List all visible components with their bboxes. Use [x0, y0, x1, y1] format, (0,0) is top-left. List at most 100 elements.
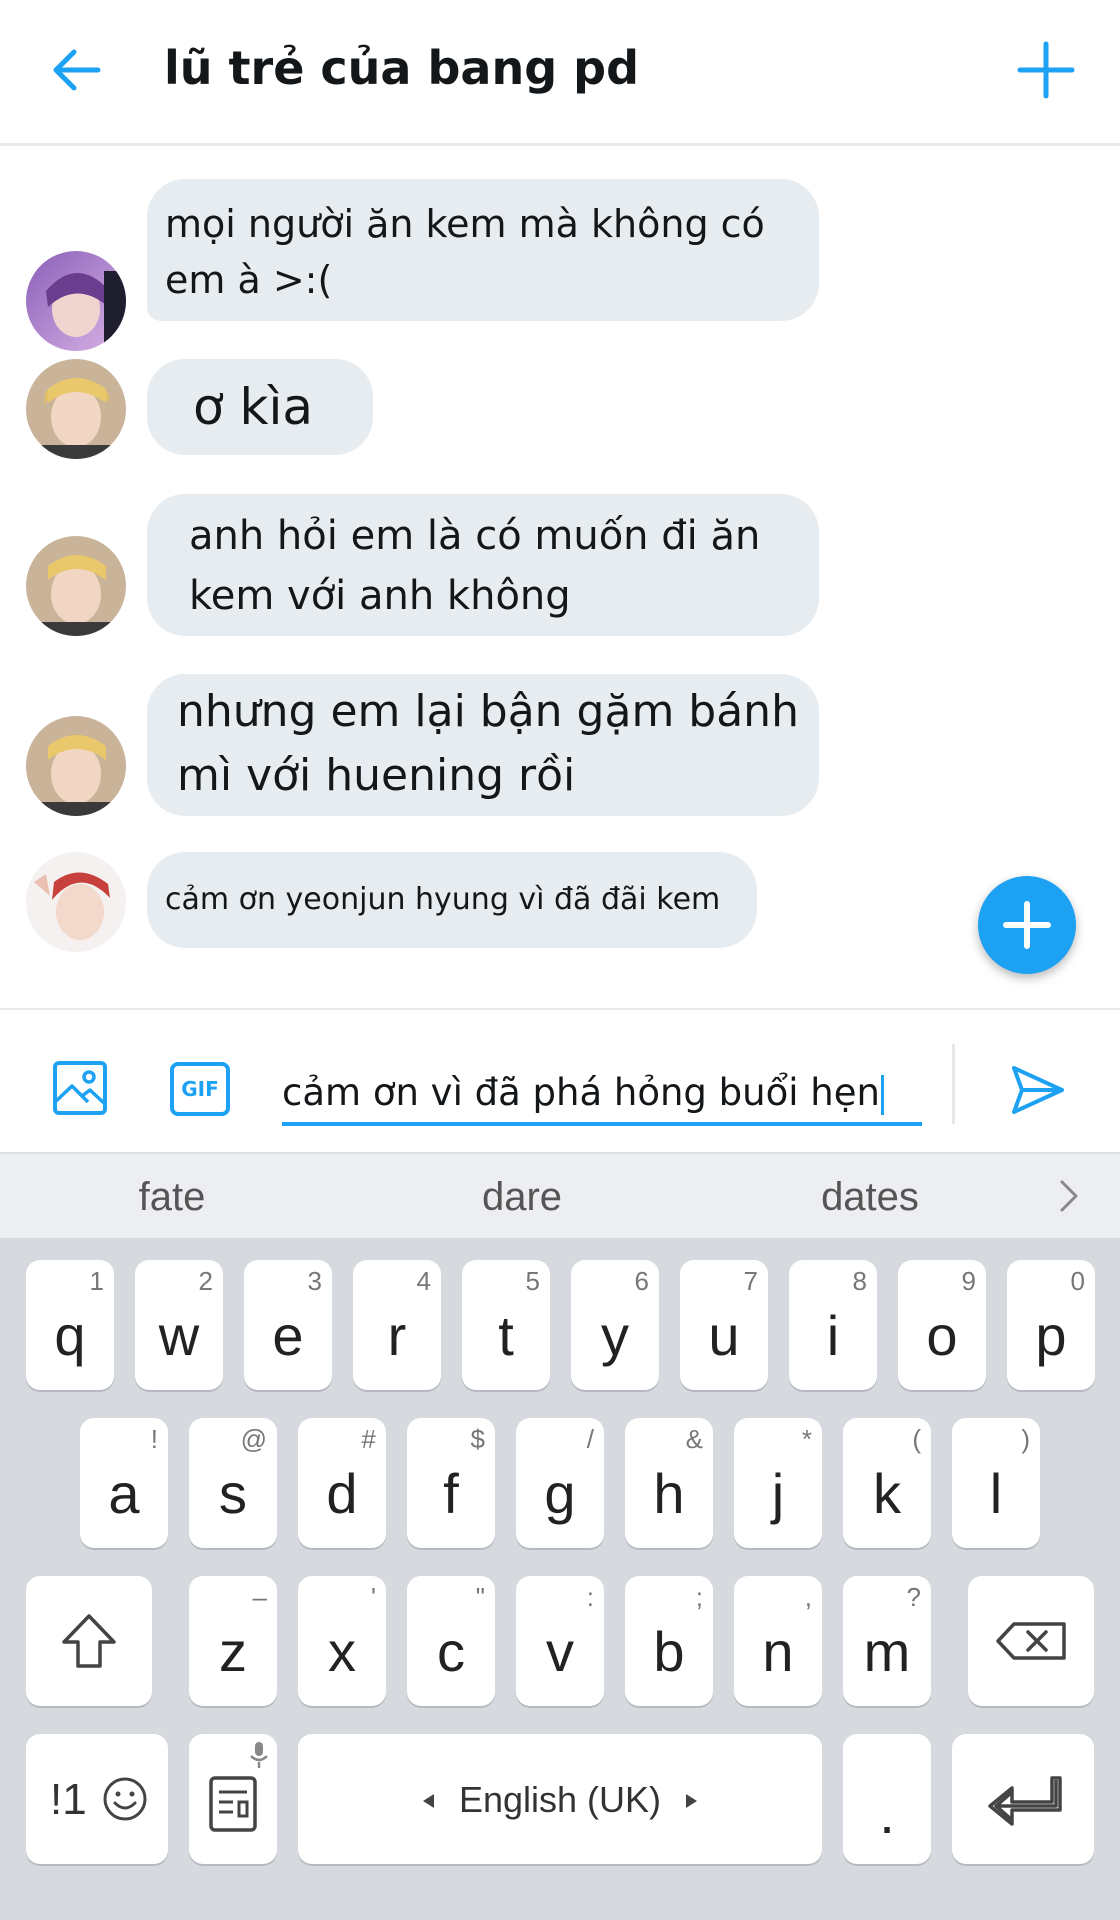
- key-g[interactable]: / g: [516, 1418, 604, 1548]
- backspace-key[interactable]: [968, 1576, 1094, 1706]
- message-text-line: nhưng em lại bận gặm bánh: [177, 686, 799, 737]
- backspace-icon: [996, 1622, 1066, 1660]
- add-people-button[interactable]: [1014, 38, 1078, 102]
- space-key[interactable]: English (UK): [298, 1734, 822, 1864]
- gif-button[interactable]: GIF: [170, 1062, 230, 1116]
- message-item: anh hỏi em là có muốn đi ăn kem với anh …: [0, 494, 1120, 636]
- message-bubble[interactable]: anh hỏi em là có muốn đi ăn kem với anh …: [147, 494, 819, 636]
- message-item: ơ kìa: [0, 359, 1120, 459]
- message-text-line: mì với huening rồi: [177, 750, 576, 801]
- key-l[interactable]: ) l: [952, 1418, 1040, 1548]
- key-c[interactable]: " c: [407, 1576, 495, 1706]
- message-bubble[interactable]: mọi người ăn kem mà không có em à >:(: [147, 179, 819, 321]
- message-text-line: mọi người ăn kem mà không có: [165, 202, 765, 246]
- key-hint: 4: [416, 1266, 431, 1296]
- key-d[interactable]: # d: [298, 1418, 386, 1548]
- key-label: w: [158, 1304, 200, 1367]
- key-t[interactable]: 5t: [462, 1260, 550, 1390]
- key-w[interactable]: 2w: [135, 1260, 223, 1390]
- suggestion-item[interactable]: dare: [392, 1172, 652, 1222]
- key-hint: 3: [307, 1266, 322, 1296]
- message-list[interactable]: mọi người ăn kem mà không có em à >:( ơ …: [0, 149, 1120, 1009]
- key-k[interactable]: (k: [843, 1418, 931, 1548]
- key-n[interactable]: ,n: [734, 1576, 822, 1706]
- key-hint: 6: [634, 1266, 649, 1296]
- key-p[interactable]: 0p: [1007, 1260, 1095, 1390]
- key-hint: 5: [525, 1266, 540, 1296]
- message-bubble[interactable]: cảm ơn yeonjun hyung vì đã đãi kem: [147, 852, 757, 948]
- key-j[interactable]: * j: [734, 1418, 822, 1548]
- key-h[interactable]: & h: [625, 1418, 713, 1548]
- key-hint: ': [371, 1582, 376, 1612]
- message-text-line: ơ kìa: [193, 378, 313, 436]
- avatar[interactable]: [26, 716, 126, 816]
- enter-key[interactable]: [952, 1734, 1094, 1864]
- conversation-title: lũ trẻ của bang pd: [164, 41, 640, 95]
- key-z[interactable]: – z: [189, 1576, 277, 1706]
- clipboard-key[interactable]: [189, 1734, 277, 1864]
- key-r[interactable]: 4r: [353, 1260, 441, 1390]
- key-label: g: [544, 1462, 576, 1525]
- message-bubble[interactable]: nhưng em lại bận gặm bánh mì với huening…: [147, 674, 819, 816]
- key-f[interactable]: $ f: [407, 1418, 495, 1548]
- key-u[interactable]: 7u: [680, 1260, 768, 1390]
- key-label: e: [272, 1304, 304, 1367]
- key-label: j: [771, 1462, 785, 1525]
- key-label: u: [708, 1304, 740, 1367]
- message-text-line: cảm ơn yeonjun hyung vì đã đãi kem: [165, 882, 721, 917]
- chevron-right-icon[interactable]: [1052, 1176, 1084, 1216]
- key-q[interactable]: 1q: [26, 1260, 114, 1390]
- key-s[interactable]: @ s: [189, 1418, 277, 1548]
- key-hint: (: [912, 1424, 921, 1454]
- key-y[interactable]: 6y: [571, 1260, 659, 1390]
- key-label: a: [108, 1462, 140, 1525]
- key-hint: 2: [198, 1266, 213, 1296]
- key-label: q: [54, 1304, 86, 1367]
- message-item: nhưng em lại bận gặm bánh mì với huening…: [0, 674, 1120, 816]
- suggestion-item[interactable]: fate: [42, 1172, 302, 1222]
- message-bubble[interactable]: ơ kìa: [147, 359, 373, 455]
- clipboard-mic-icon: [209, 1742, 268, 1832]
- key-hint: ,: [804, 1582, 812, 1612]
- key-label: l: [989, 1462, 1003, 1525]
- key-label: h: [653, 1462, 685, 1525]
- back-arrow-icon[interactable]: [48, 40, 108, 100]
- key-i[interactable]: 8i: [789, 1260, 877, 1390]
- avatar[interactable]: [26, 852, 126, 952]
- key-b[interactable]: ; b: [625, 1576, 713, 1706]
- symbols-emoji-key[interactable]: !1: [26, 1734, 168, 1864]
- shift-arrow-icon: [62, 1614, 116, 1668]
- suggestion-bar: fate dare dates: [0, 1152, 1120, 1238]
- key-m[interactable]: ? m: [843, 1576, 931, 1706]
- key-hint: #: [361, 1424, 376, 1454]
- avatar[interactable]: [26, 359, 126, 459]
- key-label: n: [762, 1620, 794, 1683]
- key-x[interactable]: ' x: [298, 1576, 386, 1706]
- key-o[interactable]: 9o: [898, 1260, 986, 1390]
- symbols-label: !1: [50, 1775, 87, 1824]
- send-icon[interactable]: [1010, 1062, 1066, 1118]
- on-screen-keyboard: fate dare dates 1q 2w 3e 4r 5t 6y 7u 8i …: [0, 1152, 1120, 1920]
- key-label: x: [328, 1620, 356, 1683]
- shift-key[interactable]: [26, 1576, 152, 1706]
- key-hint: /: [586, 1424, 594, 1454]
- key-e[interactable]: 3e: [244, 1260, 332, 1390]
- floating-add-button[interactable]: [978, 876, 1076, 974]
- key-a[interactable]: ! a: [80, 1418, 168, 1548]
- key-hint: @: [240, 1424, 267, 1454]
- key-label: b: [653, 1620, 685, 1683]
- avatar[interactable]: [26, 251, 126, 351]
- period-key[interactable]: .: [843, 1734, 931, 1864]
- message-item: cảm ơn yeonjun hyung vì đã đãi kem: [0, 852, 1120, 952]
- chat-header: lũ trẻ của bang pd: [0, 0, 1120, 146]
- message-input[interactable]: cảm ơn vì đã phá hỏng buổi hẹn: [282, 1062, 922, 1126]
- key-hint: *: [801, 1424, 812, 1454]
- key-v[interactable]: :v: [516, 1576, 604, 1706]
- key-label: y: [601, 1304, 629, 1367]
- suggestion-item[interactable]: dates: [740, 1172, 1000, 1222]
- message-text-line: kem với anh không: [189, 573, 571, 619]
- key-hint: ?: [906, 1582, 921, 1612]
- image-icon[interactable]: [52, 1060, 108, 1116]
- key-label: t: [498, 1304, 514, 1367]
- avatar[interactable]: [26, 536, 126, 636]
